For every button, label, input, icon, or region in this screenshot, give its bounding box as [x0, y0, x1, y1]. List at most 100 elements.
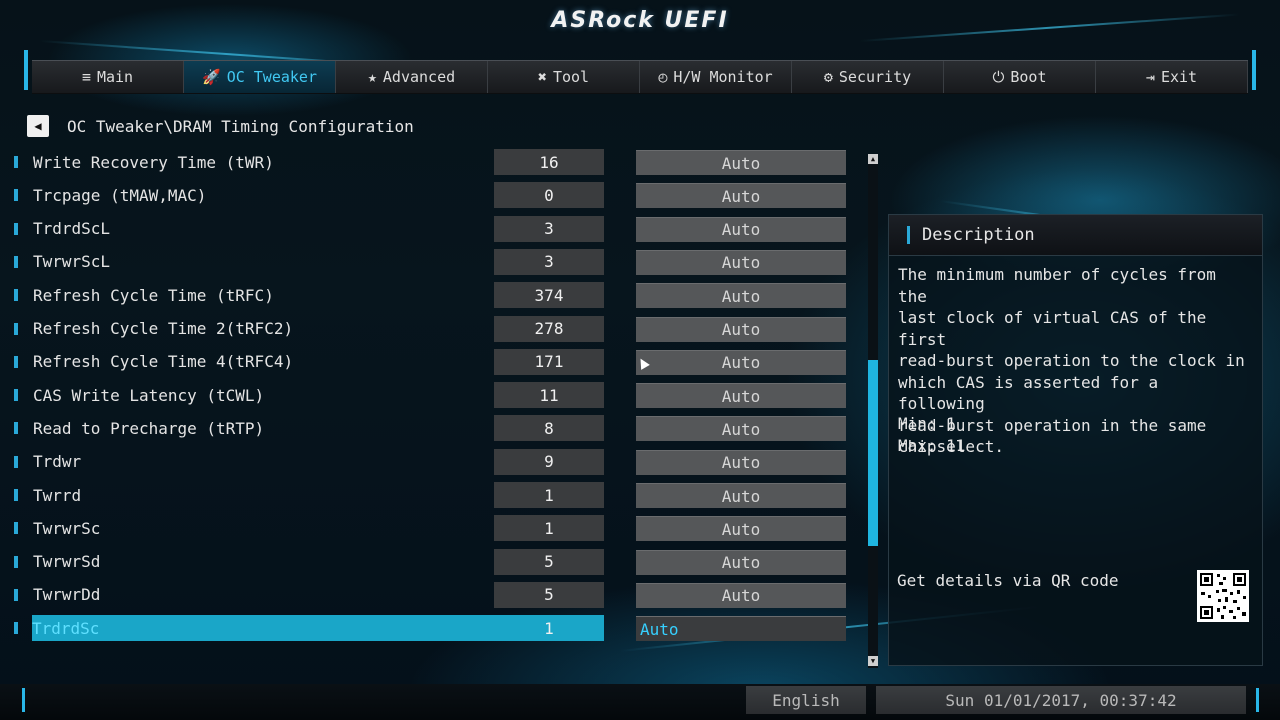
setting-current-value: 3: [494, 215, 604, 242]
setting-option-field[interactable]: Auto: [636, 283, 846, 309]
row-marker: [14, 389, 18, 402]
main-menu-tabs: ≡ Main 🚀 OC Tweaker ★ Advanced ✖ Tool ◴ H/W Monit…: [32, 60, 1248, 94]
tab-hw-monitor[interactable]: ◴ H/W Monitor: [640, 61, 792, 93]
setting-current-value: 5: [494, 581, 604, 608]
setting-label: TwrwrSc: [33, 518, 101, 538]
setting-row[interactable]: Refresh Cycle Time (tRFC) 374: [14, 282, 604, 309]
asrock-uefi-logo: ASRock UEFI: [551, 8, 729, 33]
row-marker: [14, 189, 18, 202]
rocket-icon: 🚀: [202, 68, 221, 86]
setting-row[interactable]: Write Recovery Time (tWR) 16: [14, 149, 604, 175]
setting-option-field[interactable]: Auto: [636, 249, 846, 275]
setting-row[interactable]: CAS Write Latency (tCWL) 11: [14, 382, 604, 409]
row-marker: [14, 555, 18, 568]
tabs-edge-right: [1252, 50, 1256, 90]
back-arrow-icon: ◀: [34, 119, 42, 133]
tab-boot[interactable]: ⏻ Boot: [944, 61, 1096, 93]
setting-label: TrdrdSc: [32, 618, 100, 638]
setting-option-field[interactable]: Auto: [636, 316, 846, 342]
row-marker: [14, 588, 18, 601]
setting-option-field[interactable]: Auto: [636, 216, 846, 242]
tab-security[interactable]: ⚙ Security: [792, 61, 944, 93]
setting-option-field[interactable]: Auto: [636, 150, 846, 175]
tabs-edge-left: [24, 50, 28, 90]
setting-row[interactable]: TwrwrSc 1: [14, 515, 604, 542]
setting-row[interactable]: TwrwrDd 5: [14, 581, 604, 608]
scrollbar-thumb[interactable]: [868, 360, 878, 546]
setting-label: Twrrd: [33, 485, 82, 505]
qr-code-image: [1197, 570, 1249, 622]
setting-row[interactable]: TwrwrSd 5: [14, 548, 604, 575]
description-accent-bar: [907, 226, 910, 244]
setting-option-field[interactable]: Auto: [636, 383, 846, 409]
setting-option-field[interactable]: Auto: [636, 416, 846, 442]
list-icon: ≡: [81, 68, 91, 86]
row-marker: [14, 355, 18, 368]
description-header: Description: [889, 215, 1262, 256]
date-time-display: Sun 01/01/2017, 00:37:42: [876, 686, 1246, 714]
setting-row[interactable]: Twrrd 1: [14, 482, 604, 508]
setting-option-field[interactable]: Auto: [636, 582, 846, 608]
back-button[interactable]: ◀: [27, 115, 49, 137]
description-title: Description: [922, 225, 1035, 245]
setting-option-field[interactable]: Auto: [636, 349, 846, 375]
exit-icon: ⇥: [1145, 68, 1155, 86]
tab-label: OC Tweaker: [226, 68, 317, 86]
scroll-up-arrow-icon[interactable]: ▲: [868, 154, 878, 164]
setting-current-value: 3: [494, 248, 604, 275]
tab-advanced[interactable]: ★ Advanced: [336, 61, 488, 93]
tab-tool[interactable]: ✖ Tool: [488, 61, 640, 93]
setting-current-value: 0: [494, 182, 604, 209]
description-min: Min: 1: [898, 414, 956, 433]
row-marker: [14, 289, 18, 302]
setting-label: Refresh Cycle Time 4(tRFC4): [33, 352, 294, 372]
shield-icon: ⚙: [823, 68, 833, 86]
tab-exit[interactable]: ⇥ Exit: [1096, 61, 1248, 93]
setting-label: Refresh Cycle Time 2(tRFC2): [33, 319, 294, 338]
setting-option-field[interactable]: Auto: [636, 483, 846, 508]
row-marker: [14, 455, 18, 468]
setting-row[interactable]: TrdrdSc 1: [14, 615, 604, 642]
setting-row[interactable]: Refresh Cycle Time 4(tRFC4) 171: [14, 348, 604, 375]
setting-current-value: 5: [494, 548, 604, 575]
row-marker: [14, 255, 18, 268]
breadcrumb-path: OC Tweaker\DRAM Timing Configuration: [67, 116, 414, 136]
setting-option-field[interactable]: Auto: [636, 183, 846, 209]
setting-row[interactable]: Trdwr 9: [14, 448, 604, 475]
setting-label: TrdrdScL: [33, 219, 111, 239]
scroll-down-arrow-icon[interactable]: ▼: [868, 656, 878, 666]
title-bar: ASRock UEFI: [0, 0, 1280, 52]
setting-label: Read to Precharge (tRTP): [33, 418, 265, 438]
setting-current-value: 1: [544, 618, 554, 638]
tab-label: Boot: [1010, 68, 1047, 86]
setting-label: TwrwrSd: [33, 552, 101, 572]
setting-current-value: 374: [494, 282, 604, 309]
tab-main[interactable]: ≡ Main: [32, 61, 184, 93]
setting-row[interactable]: Read to Precharge (tRTP) 8: [14, 415, 604, 442]
setting-option-field[interactable]: Auto: [636, 449, 846, 475]
setting-current-value: 11: [494, 382, 604, 409]
setting-option-field[interactable]: Auto: [636, 616, 846, 642]
setting-option-field[interactable]: Auto: [636, 549, 846, 575]
setting-label: Refresh Cycle Time (tRFC): [33, 285, 274, 305]
setting-current-value: 278: [494, 315, 604, 342]
tab-oc-tweaker[interactable]: 🚀 OC Tweaker: [184, 61, 336, 93]
setting-label: TwrwrDd: [33, 585, 101, 605]
setting-row[interactable]: TrdrdScL 3: [14, 215, 604, 242]
setting-option-field[interactable]: Auto: [636, 516, 846, 542]
tab-label: Tool: [552, 68, 590, 86]
setting-label: Trdwr: [33, 452, 82, 472]
setting-current-value: 1: [494, 482, 604, 508]
setting-current-value: 9: [494, 448, 604, 475]
row-marker: [14, 622, 18, 635]
setting-row[interactable]: Refresh Cycle Time 2(tRFC2) 278: [14, 315, 604, 342]
setting-label: TwrwrScL: [33, 252, 111, 272]
tab-label: Exit: [1160, 68, 1198, 86]
tab-label: H/W Monitor: [673, 68, 773, 86]
monitor-icon: ◴: [658, 68, 668, 86]
setting-row[interactable]: TwrwrScL 3: [14, 248, 604, 275]
language-button[interactable]: English: [746, 686, 866, 714]
tools-icon: ✖: [537, 68, 547, 86]
setting-row[interactable]: Trcpage (tMAW,MAC) 0: [14, 182, 604, 209]
row-marker: [14, 522, 18, 535]
